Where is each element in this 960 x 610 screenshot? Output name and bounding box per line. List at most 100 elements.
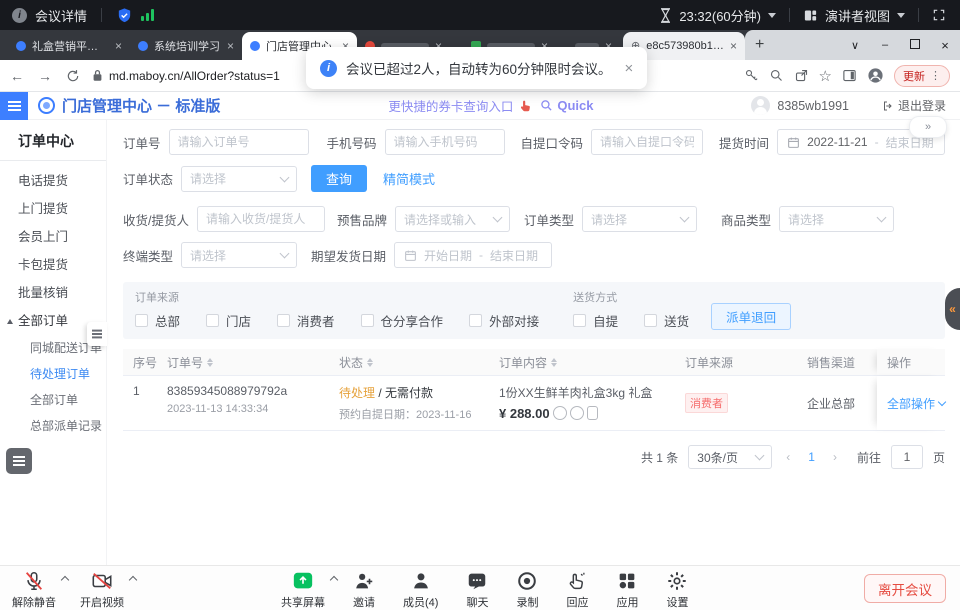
apps-button[interactable]: 应用 [616, 570, 638, 610]
terminal-type-select[interactable]: 请选择 [181, 242, 297, 268]
checkbox-icon[interactable] [644, 314, 657, 327]
dispatch-return-button[interactable]: 派单退回 [711, 303, 791, 330]
simple-mode-link[interactable]: 精简模式 [383, 169, 435, 188]
unmute-button[interactable]: 解除静音 [12, 570, 56, 610]
security-shield-icon[interactable] [116, 7, 133, 24]
checkbox-icon[interactable] [277, 314, 290, 327]
chat-button[interactable]: 聊天 [466, 570, 488, 610]
meeting-notes-widget[interactable] [6, 448, 32, 474]
sidebar-item-pending-orders[interactable]: 待处理订单 [0, 361, 106, 387]
tab-close-icon[interactable]: × [730, 39, 737, 53]
header-order-no[interactable]: 订单号 [157, 349, 329, 375]
user-avatar[interactable] [751, 96, 770, 115]
browser-update-button[interactable]: 更新 ⋮ [894, 65, 950, 87]
checkbox-icon[interactable] [206, 314, 219, 327]
timer-caret-icon[interactable] [768, 13, 776, 18]
network-signal-icon[interactable] [141, 9, 154, 21]
fullscreen-icon[interactable] [932, 8, 946, 22]
bookmark-star-icon[interactable]: ☆ [819, 67, 832, 85]
window-close-button[interactable]: × [930, 38, 960, 53]
sidebar-toggle-button[interactable] [0, 92, 28, 120]
toast-close-icon[interactable]: × [625, 60, 634, 77]
share-icon[interactable] [794, 68, 809, 83]
checkbox-icon[interactable] [135, 314, 148, 327]
phone-icon[interactable] [587, 406, 598, 420]
window-maximize-button[interactable] [900, 39, 930, 52]
checkbox-source-store[interactable]: 门店 [206, 311, 251, 330]
window-minimize-button[interactable]: – [870, 39, 900, 51]
settings-button[interactable]: 设置 [666, 570, 688, 610]
view-caret-icon[interactable] [897, 13, 905, 18]
meeting-info-icon[interactable]: i [12, 8, 27, 23]
sort-icon[interactable] [207, 358, 213, 367]
invite-button[interactable]: 邀请 [353, 570, 375, 610]
sidebar-item-door-pickup[interactable]: 上门提货 [0, 195, 106, 223]
checkbox-icon[interactable] [469, 314, 482, 327]
receiver-input[interactable] [197, 206, 325, 232]
start-video-button[interactable]: 开启视频 [80, 570, 124, 610]
promo-link[interactable]: 更快捷的券卡查询入口 [388, 96, 513, 115]
reactions-button[interactable]: 回应 [566, 570, 588, 610]
header-content[interactable]: 订单内容 [489, 349, 675, 375]
reload-icon[interactable] [66, 69, 80, 83]
profile-avatar-icon[interactable] [867, 67, 884, 84]
leave-meeting-button[interactable]: 离开会议 [864, 574, 946, 603]
gift-icon[interactable] [570, 406, 584, 420]
sidebar-item-card-pickup[interactable]: 卡包提货 [0, 251, 106, 279]
sort-icon[interactable] [551, 358, 557, 367]
new-tab-button[interactable]: + [745, 36, 774, 54]
view-mode-label[interactable]: 演讲者视图 [825, 6, 890, 25]
back-icon[interactable]: ← [10, 68, 24, 84]
next-page-button[interactable]: › [829, 450, 841, 464]
prev-page-button[interactable]: ‹ [782, 450, 794, 464]
chevron-up-icon[interactable] [129, 576, 137, 584]
checkbox-source-hq[interactable]: 总部 [135, 311, 180, 330]
url-field[interactable]: md.maboy.cn/AllOrder?status=1 [92, 69, 280, 83]
sidebar-item-all-orders[interactable]: 全部订单 [0, 387, 106, 413]
members-button[interactable]: 成员(4) [403, 570, 438, 610]
sidebar-item-batch-verify[interactable]: 批量核销 [0, 279, 106, 307]
checkbox-icon[interactable] [573, 314, 586, 327]
sidebar-item-phone-pickup[interactable]: 电话提货 [0, 167, 106, 195]
browser-menu-kebab-icon[interactable]: ⋮ [930, 69, 941, 82]
checkbox-icon[interactable] [361, 314, 374, 327]
sidebar-collapse-handle[interactable] [87, 322, 107, 346]
zoom-icon[interactable] [769, 68, 784, 83]
checkbox-delivery-deliver[interactable]: 送货 [644, 311, 689, 330]
meeting-detail-label[interactable]: 会议详情 [35, 6, 87, 25]
tab-search-icon[interactable]: ∨ [840, 39, 870, 52]
chevron-up-icon[interactable] [330, 576, 338, 584]
checkbox-delivery-selfpickup[interactable]: 自提 [573, 311, 618, 330]
side-panel-icon[interactable] [842, 68, 857, 83]
share-screen-button[interactable]: 共享屏幕 [281, 570, 325, 610]
order-no-input[interactable] [169, 129, 309, 155]
brand-select[interactable]: 请选择或输入 [395, 206, 510, 232]
order-status-select[interactable]: 请选择 [181, 166, 297, 192]
filter-expand-button[interactable]: » [909, 116, 947, 138]
coin-icon[interactable] [553, 406, 567, 420]
browser-tab[interactable]: 系统培训学习 × [130, 32, 242, 60]
sidebar-item-member-visit[interactable]: 会员上门 [0, 223, 106, 251]
all-actions-dropdown[interactable]: 全部操作 [887, 395, 945, 412]
phone-input[interactable] [385, 129, 505, 155]
goto-page-input[interactable] [891, 445, 923, 469]
order-type-select[interactable]: 请选择 [582, 206, 697, 232]
quick-search-link[interactable]: Quick [540, 98, 593, 113]
header-status[interactable]: 状态 [329, 349, 489, 375]
forward-icon[interactable]: → [38, 68, 52, 84]
chevron-up-icon[interactable] [61, 576, 69, 584]
page-size-select[interactable]: 30条/页 [688, 445, 772, 469]
checkbox-source-warehouse-share[interactable]: 仓分享合作 [361, 311, 444, 330]
record-button[interactable]: 录制 [516, 570, 538, 610]
current-page[interactable]: 1 [804, 450, 819, 464]
sort-icon[interactable] [367, 358, 373, 367]
search-button[interactable]: 查询 [311, 165, 367, 192]
tab-close-icon[interactable]: × [227, 39, 234, 53]
checkbox-source-external[interactable]: 外部对接 [469, 311, 539, 330]
checkbox-source-consumer[interactable]: 消费者 [277, 311, 335, 330]
meeting-sidebar-handle[interactable]: « [945, 288, 960, 330]
goods-type-select[interactable]: 请选择 [779, 206, 894, 232]
browser-tab[interactable]: 礼盒营销平台管理中心 × [8, 32, 130, 60]
ship-date-range-input[interactable]: 开始日期 - 结束日期 [394, 242, 552, 268]
logout-button[interactable]: 退出登录 [882, 97, 946, 114]
